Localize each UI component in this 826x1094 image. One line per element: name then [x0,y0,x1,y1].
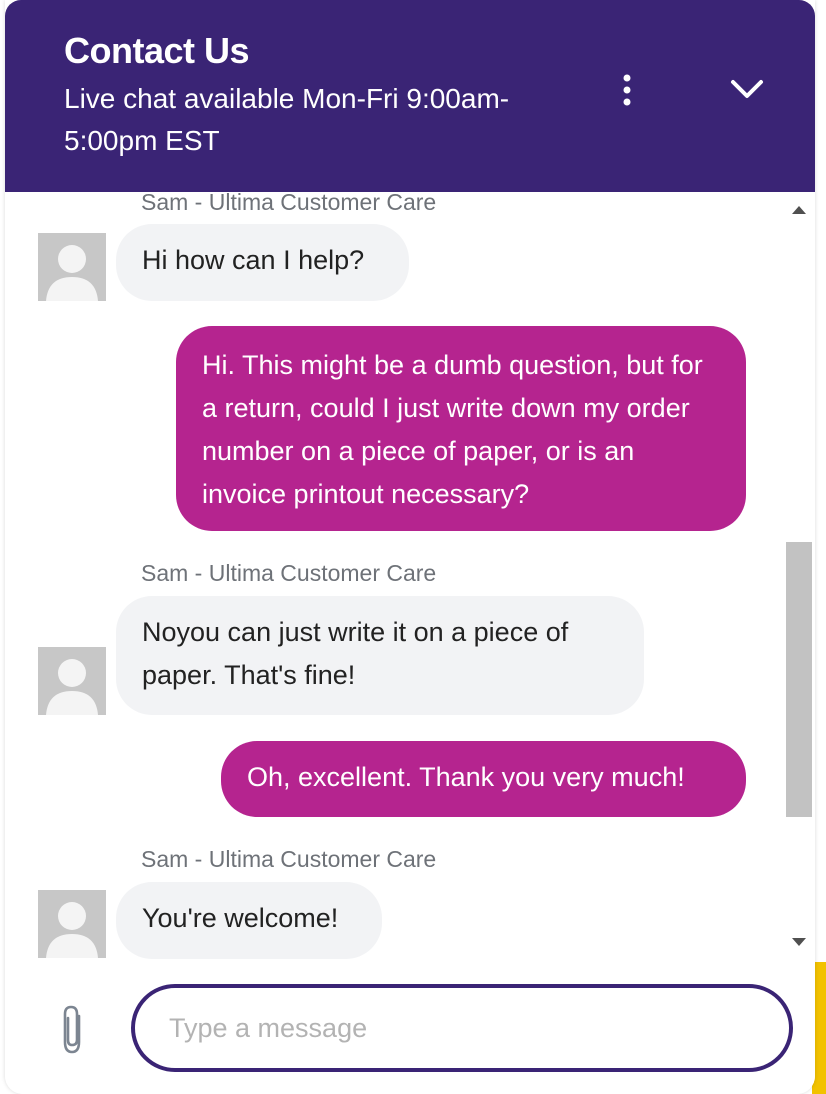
user-message: Hi. This might be a dumb question, but f… [176,326,746,531]
more-options-button[interactable] [605,70,649,114]
message-composer [5,960,815,1094]
chat-widget: Contact Us Live chat available Mon-Fri 9… [5,0,815,1094]
agent-message: Noyou can just write it on a piece of pa… [116,596,644,715]
agent-avatar [38,647,106,715]
scrollbar-thumb[interactable] [786,542,812,817]
chat-header: Contact Us Live chat available Mon-Fri 9… [5,0,815,192]
user-message: Oh, excellent. Thank you very much! [221,741,746,817]
agent-message: Hi how can I help? [116,224,409,301]
message-scrollbar[interactable] [783,192,815,960]
user-placeholder-icon [46,902,98,958]
collapse-chat-button[interactable] [723,70,771,114]
chat-title: Contact Us [64,30,250,71]
agent-avatar [38,233,106,301]
scroll-down-arrow-icon[interactable] [792,938,806,946]
user-placeholder-icon [46,245,98,301]
attach-file-button[interactable] [53,1002,93,1058]
message-list: Sam - Ultima Customer Care Hi how can I … [5,192,783,960]
scroll-up-arrow-icon[interactable] [792,206,806,214]
paperclip-icon [63,1005,81,1054]
user-placeholder-icon [46,659,98,715]
chevron-down-icon [731,80,763,98]
sender-name: Sam - Ultima Customer Care [141,192,437,215]
sender-name: Sam - Ultima Customer Care [141,846,437,872]
message-input[interactable] [131,984,793,1072]
agent-message: You're welcome! [116,882,382,959]
chat-availability: Live chat available Mon-Fri 9:00am-5:00p… [64,83,510,156]
agent-avatar [38,890,106,958]
more-vertical-icon [623,74,631,106]
sender-name: Sam - Ultima Customer Care [141,560,437,586]
